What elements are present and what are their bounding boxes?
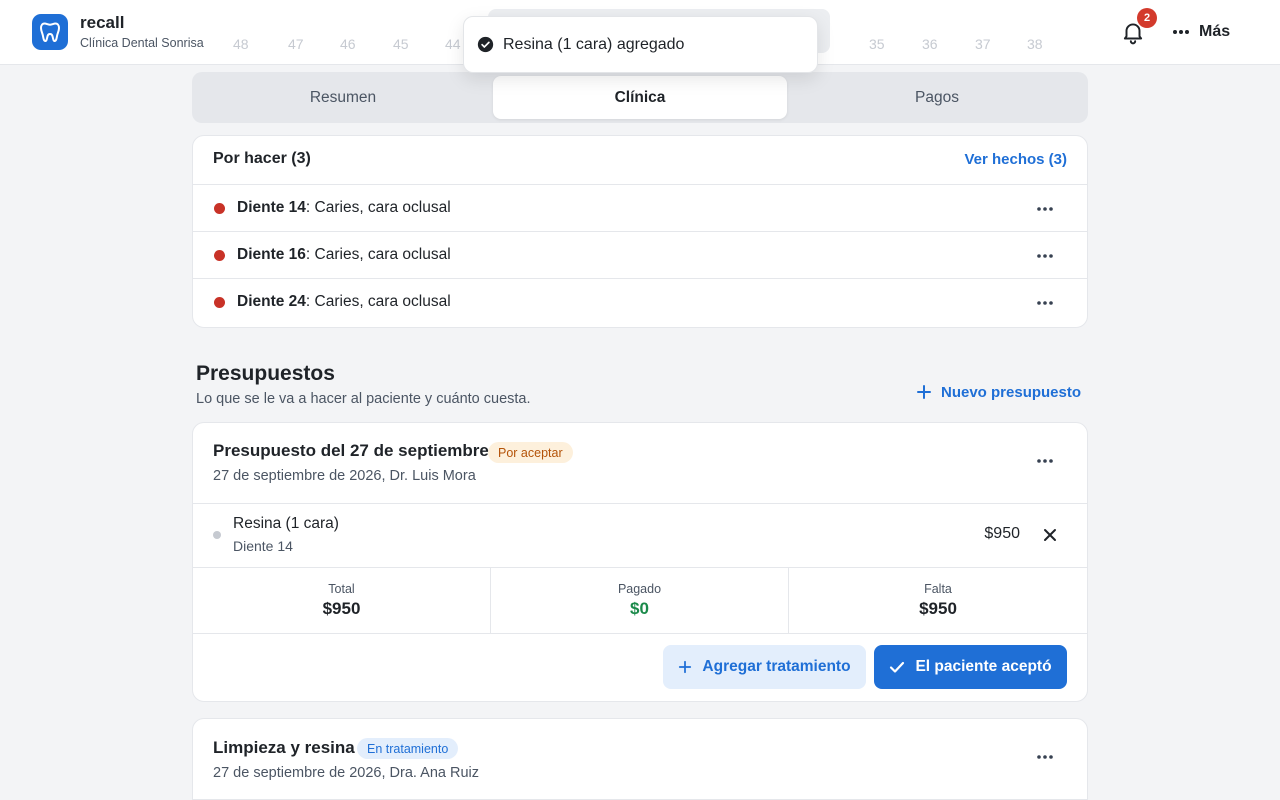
tooth-icon [40,22,60,42]
tooth-number: 47 [288,36,304,52]
view-done-link[interactable]: Ver hechos (3) [964,151,1067,168]
tooth-number: 46 [340,36,356,52]
summary-value: $0 [630,598,649,618]
summary-value: $950 [322,598,361,618]
add-treatment-label: Agregar tratamiento [702,658,851,675]
budget-card: Limpieza y resina En tratamiento 27 de s… [192,718,1088,800]
todo-header: Por hacer (3) Ver hechos (3) [193,136,1087,185]
check-icon [890,661,905,673]
notification-count-badge: 2 [1137,8,1157,28]
budget-title: Limpieza y resina [213,738,355,757]
close-icon [1044,529,1056,541]
todo-item-text: Diente 16: Caries, cara oclusal [237,246,451,264]
todo-item-text: Diente 24: Caries, cara oclusal [237,293,451,311]
budget-card: Presupuesto del 27 de septiembre Por ace… [192,422,1088,702]
tab-resumen[interactable]: Resumen [196,76,490,119]
budget-meta: 27 de septiembre de 2026, Dra. Ana Ruiz [213,765,479,781]
patient-tabs: Resumen Clínica Pagos [192,72,1088,123]
more-menu-label: Más [1199,23,1231,40]
tooth-number: 48 [233,36,249,52]
patient-accepted-button[interactable]: El paciente aceptó [874,645,1067,689]
ellipsis-icon [1037,207,1053,211]
todo-item-desc: : Caries, cara oclusal [305,199,451,216]
ellipsis-icon [1037,459,1053,463]
todo-item[interactable]: Diente 16: Caries, cara oclusal [193,232,1087,279]
budgets-section-title: Presupuestos [196,362,335,385]
todo-item-desc: : Caries, cara oclusal [305,246,451,263]
more-menu-button[interactable]: Más [1172,20,1230,44]
divider [193,633,1087,634]
budgets-section-subtitle: Lo que se le va a hacer al paciente y cu… [196,391,531,407]
todo-item[interactable]: Diente 24: Caries, cara oclusal [193,279,1087,326]
toast-message: Resina (1 cara) agregado [503,35,685,53]
divider [193,503,1087,504]
app-logo[interactable] [32,14,68,50]
budget-item-tooth: Diente 14 [233,538,293,554]
todo-item-tooth: Diente 24 [237,293,306,310]
todo-item[interactable]: Diente 14: Caries, cara oclusal [193,185,1087,232]
pending-status-dot [214,203,225,214]
check-circle-icon [477,36,494,53]
new-budget-label: Nuevo presupuesto [941,383,1082,401]
tab-clinica[interactable]: Clínica [493,76,787,119]
tooth-number: 44 [445,36,461,52]
tab-pagos[interactable]: Pagos [790,76,1084,119]
budget-title: Presupuesto del 27 de septiembre [213,441,489,460]
todo-item-tooth: Diente 14 [237,199,306,216]
add-treatment-button[interactable]: Agregar tratamiento [663,645,866,689]
new-budget-button[interactable]: Nuevo presupuesto [916,381,1081,403]
tooth-number: 38 [1027,36,1043,52]
todo-card: Por hacer (3) Ver hechos (3) Diente 14: … [192,135,1088,328]
app-name: recall [80,13,125,32]
budget-meta: 27 de septiembre de 2026, Dr. Luis Mora [213,468,476,484]
pending-status-dot [214,297,225,308]
tooth-number: 36 [922,36,938,52]
budget-menu-button[interactable] [1033,449,1057,473]
summary-label: Pagado [617,581,662,596]
todo-item-tooth: Diente 16 [237,246,306,263]
ellipsis-icon [1037,755,1053,759]
patient-accepted-label: El paciente aceptó [915,658,1052,675]
summary-total: Total $950 [193,567,491,633]
plus-icon [917,385,931,399]
summary-label: Falta [924,581,952,596]
summary-label: Total [328,581,355,596]
todo-item-menu-button[interactable] [1033,197,1057,221]
status-badge: En tratamiento [357,738,459,759]
item-status-dot [213,531,221,539]
budget-item-price: $950 [984,525,1020,542]
todo-item-menu-button[interactable] [1033,291,1057,315]
status-badge: Por aceptar [488,442,573,463]
remove-item-button[interactable] [1039,524,1061,546]
ellipsis-icon [1037,254,1053,258]
ellipsis-icon [1173,30,1189,34]
clinic-name: Clínica Dental Sonrisa [80,36,204,50]
summary-paid: Pagado $0 [491,567,789,633]
summary-value: $950 [919,598,957,618]
budget-menu-button[interactable] [1033,745,1057,769]
tooth-number: 35 [869,36,885,52]
todo-item-menu-button[interactable] [1033,244,1057,268]
toast-notification: Resina (1 cara) agregado [463,16,818,73]
todo-item-desc: : Caries, cara oclusal [305,293,451,310]
budget-item-name: Resina (1 cara) [233,515,339,532]
pending-status-dot [214,250,225,261]
plus-icon [679,660,692,674]
summary-remaining: Falta $950 [789,567,1087,633]
ellipsis-icon [1037,301,1053,305]
tooth-number: 45 [393,36,409,52]
todo-item-text: Diente 14: Caries, cara oclusal [237,199,451,217]
tooth-number: 37 [975,36,991,52]
todo-title: Por hacer (3) [213,150,311,167]
